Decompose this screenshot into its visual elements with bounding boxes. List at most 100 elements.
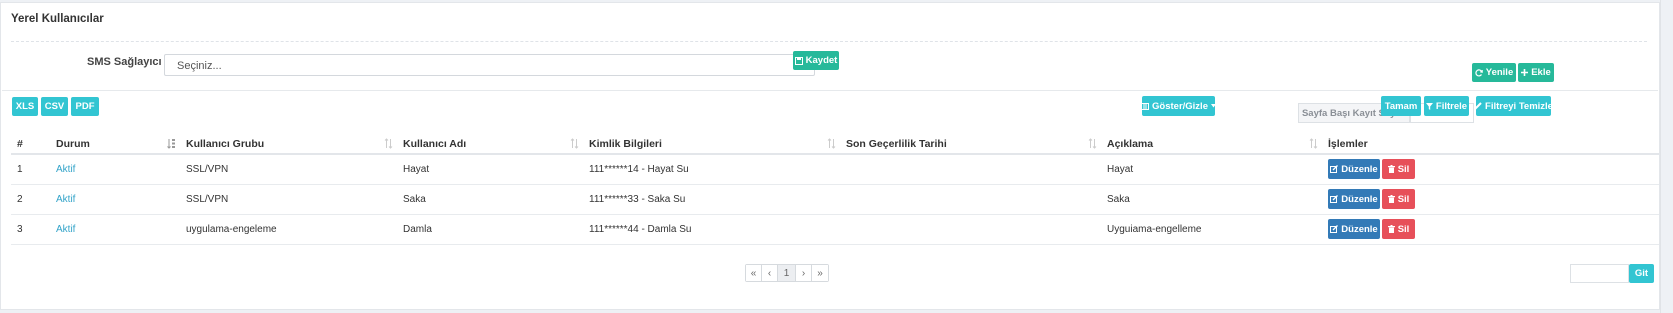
table-row: 3 Aktif uygulama-engeleme Damla 111*****…	[11, 214, 1659, 245]
filter-button[interactable]: Filtrele	[1424, 96, 1469, 116]
edit-label: Düzenle	[1341, 163, 1378, 175]
users-table: # Durum Kullanıcı Grubu Kullanıcı Adı Ki…	[11, 134, 1659, 245]
sort-icon	[1309, 138, 1318, 149]
add-button[interactable]: Ekle	[1518, 63, 1554, 82]
table-header-row: # Durum Kullanıcı Grubu Kullanıcı Adı Ki…	[11, 134, 1659, 155]
status-link[interactable]: Aktif	[56, 224, 75, 235]
goto-page-label: Git	[1634, 268, 1649, 279]
column-header-user-group[interactable]: Kullanıcı Grubu	[180, 134, 397, 155]
column-header-status-label: Durum	[56, 137, 90, 150]
refresh-label: Yenile	[1485, 67, 1514, 78]
columns-icon	[1141, 102, 1150, 110]
edit-icon	[1330, 195, 1339, 203]
local-users-panel: Yerel Kullanıcılar SMS Sağlayıcı Seçiniz…	[0, 2, 1660, 310]
delete-button[interactable]: Sil	[1382, 159, 1415, 180]
export-pdf-label: PDF	[75, 101, 95, 112]
clear-filter-button[interactable]: Filtreyi Temizle	[1474, 96, 1553, 116]
pagination-first[interactable]: «	[746, 265, 762, 281]
pagination-next[interactable]: ›	[796, 265, 812, 281]
save-sms-label: Kaydet	[805, 55, 838, 66]
save-sms-button[interactable]: Kaydet	[793, 51, 839, 70]
scrollbar-track[interactable]	[1660, 0, 1673, 313]
delete-button[interactable]: Sil	[1382, 189, 1415, 209]
column-header-expiry-label: Son Geçerlilik Tarihi	[846, 137, 947, 150]
username-cell: Damla	[397, 214, 583, 245]
expiry-cell	[840, 184, 1101, 215]
edit-icon	[1330, 225, 1339, 233]
panel-title: Yerel Kullanıcılar	[11, 13, 104, 25]
dashed-divider	[11, 41, 1647, 42]
plus-icon	[1521, 69, 1529, 76]
section-divider	[2, 90, 1658, 91]
edit-label: Düzenle	[1341, 193, 1378, 205]
refresh-icon	[1475, 68, 1483, 77]
description-cell: Saka	[1101, 184, 1322, 215]
trash-icon	[1387, 195, 1395, 203]
export-csv-button[interactable]: CSV	[41, 97, 68, 116]
edit-button[interactable]: Düzenle	[1328, 219, 1380, 239]
sort-icon	[827, 138, 836, 149]
username-cell: Hayat	[397, 154, 583, 185]
goto-page-button[interactable]: Git	[1629, 264, 1654, 283]
caret-down-icon	[1210, 104, 1216, 108]
user-group-cell: SSL/VPN	[180, 184, 397, 215]
refresh-button[interactable]: Yenile	[1472, 63, 1516, 82]
edit-label: Düzenle	[1341, 223, 1378, 235]
per-page-ok-label: Tamam	[1384, 100, 1418, 112]
edit-icon	[1330, 165, 1339, 174]
sort-icon	[1088, 138, 1097, 149]
row-number: 3	[11, 214, 50, 245]
row-actions: Düzenle Sil	[1328, 159, 1659, 180]
delete-button[interactable]: Sil	[1382, 219, 1415, 239]
status-link[interactable]: Aktif	[56, 164, 75, 175]
export-csv-label: CSV	[44, 101, 65, 112]
sort-icon	[570, 138, 579, 149]
export-pdf-button[interactable]: PDF	[71, 97, 99, 116]
identity-cell: 111******33 - Saka Su	[583, 184, 840, 215]
trash-icon	[1387, 225, 1395, 233]
sort-icon	[384, 138, 393, 149]
expiry-cell	[840, 214, 1101, 245]
column-header-username-label: Kullanıcı Adı	[403, 137, 467, 150]
column-header-description[interactable]: Açıklama	[1101, 134, 1322, 155]
column-header-identity[interactable]: Kimlik Bilgileri	[583, 134, 840, 155]
row-actions: Düzenle Sil	[1328, 189, 1659, 209]
delete-label: Sil	[1397, 193, 1410, 205]
sms-provider-select-value: Seçiniz...	[177, 60, 222, 72]
pagination-prev[interactable]: ‹	[762, 265, 778, 281]
clear-filter-label: Filtreyi Temizle	[1485, 100, 1553, 112]
row-actions: Düzenle Sil	[1328, 219, 1659, 239]
row-number: 1	[11, 154, 50, 185]
column-header-description-label: Açıklama	[1107, 137, 1154, 150]
column-header-identity-label: Kimlik Bilgileri	[589, 137, 662, 150]
edit-button[interactable]: Düzenle	[1328, 159, 1380, 180]
eraser-icon	[1474, 102, 1482, 110]
description-cell: Uyguiama-engelleme	[1101, 214, 1322, 245]
column-header-status[interactable]: Durum	[50, 134, 180, 155]
floppy-icon	[794, 56, 803, 65]
per-page-ok-button[interactable]: Tamam	[1381, 96, 1421, 116]
column-header-username[interactable]: Kullanıcı Adı	[397, 134, 583, 155]
column-header-number[interactable]: #	[11, 134, 50, 155]
user-group-cell: SSL/VPN	[180, 154, 397, 185]
identity-cell: 111******14 - Hayat Su	[583, 154, 840, 185]
sms-provider-select[interactable]: Seçiniz...	[164, 54, 815, 76]
show-hide-columns-button[interactable]: Göster/Gizle	[1141, 96, 1216, 116]
status-link[interactable]: Aktif	[56, 194, 75, 205]
sort-descending-icon	[167, 139, 175, 149]
pagination-last[interactable]: »	[812, 265, 828, 281]
pagination: « ‹ 1 › »	[745, 264, 829, 282]
goto-page-input[interactable]	[1570, 264, 1629, 283]
export-xls-button[interactable]: XLS	[12, 97, 38, 116]
pagination-current-page[interactable]: 1	[778, 265, 796, 281]
delete-label: Sil	[1397, 163, 1410, 175]
edit-button[interactable]: Düzenle	[1328, 189, 1380, 209]
add-label: Ekle	[1531, 67, 1551, 78]
column-header-actions: İşlemler	[1322, 134, 1659, 155]
trash-icon	[1387, 165, 1395, 174]
expiry-cell	[840, 154, 1101, 185]
show-hide-label: Göster/Gizle	[1152, 100, 1208, 112]
column-header-expiry[interactable]: Son Geçerlilik Tarihi	[840, 134, 1101, 155]
table-row: 2 Aktif SSL/VPN Saka 111******33 - Saka …	[11, 184, 1659, 215]
column-header-user-group-label: Kullanıcı Grubu	[186, 137, 265, 150]
